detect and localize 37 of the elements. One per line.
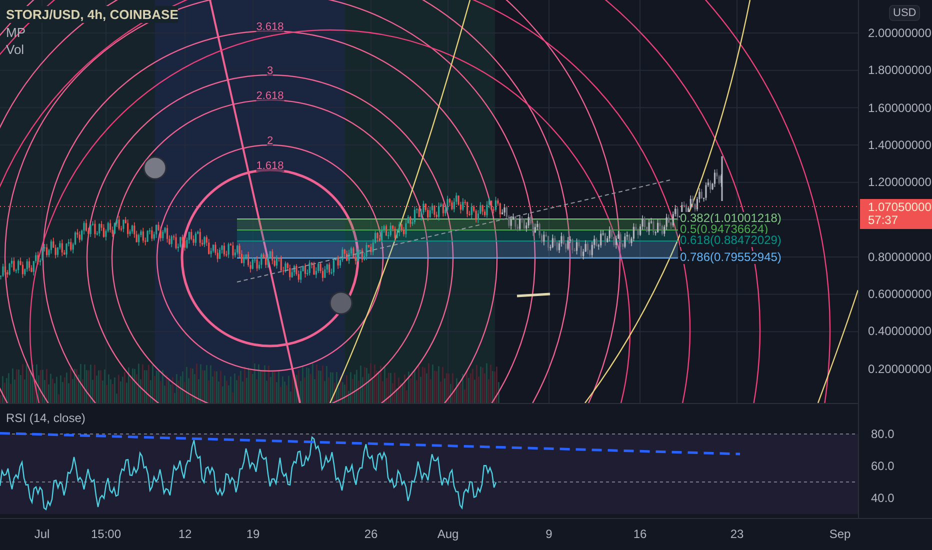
time-tick: Sep xyxy=(829,527,851,541)
fib-level-label: 3.618 xyxy=(256,21,284,33)
price-tick: 1.80000000 xyxy=(868,63,932,77)
time-tick: Jul xyxy=(34,527,50,541)
fib-level-label: 3 xyxy=(266,65,274,77)
time-tick: 12 xyxy=(178,527,192,541)
time-tick: 9 xyxy=(546,527,552,541)
last-price: 1.07050000 xyxy=(868,201,932,214)
time-tick: 26 xyxy=(364,527,378,541)
price-tick: 1.60000000 xyxy=(868,101,932,115)
price-tick: 0.20000000 xyxy=(868,362,932,376)
time-tick: Aug xyxy=(437,527,459,541)
price-tick: 0.60000000 xyxy=(868,287,932,301)
indicator-label[interactable]: Vol xyxy=(6,42,24,57)
rsi-tick: 40.0 xyxy=(871,491,894,505)
price-tick: 1.20000000 xyxy=(868,175,932,189)
fib-level-label: 2.618 xyxy=(256,90,284,102)
fib-level-label: 0.618(0.88472029) xyxy=(680,234,782,247)
time-tick: 16 xyxy=(633,527,647,541)
bar-countdown: 57:37 xyxy=(868,214,900,227)
price-tick: 1.40000000 xyxy=(868,138,932,152)
price-marker xyxy=(516,292,550,298)
fib-level-label: 0.786(0.79552945) xyxy=(680,251,782,264)
fib-level-label: 1.618 xyxy=(256,160,284,172)
price-tick: 2.00000000 xyxy=(868,26,932,40)
rsi-tick: 60.0 xyxy=(871,459,894,473)
rsi-title: RSI (14, close) xyxy=(6,410,86,427)
symbol-title: STORJ/USD, 4h, COINBASE xyxy=(6,6,178,23)
time-tick: 23 xyxy=(730,527,744,541)
price-tick: 0.80000000 xyxy=(868,250,932,264)
price-tick: 0.40000000 xyxy=(868,324,932,338)
rsi-tick: 80.0 xyxy=(871,427,894,441)
circle-marker xyxy=(143,156,167,180)
fib-level-label: 2 xyxy=(266,135,274,147)
currency-button[interactable]: USD xyxy=(889,5,920,21)
time-tick: 19 xyxy=(246,527,260,541)
time-tick: 15:00 xyxy=(90,527,122,541)
